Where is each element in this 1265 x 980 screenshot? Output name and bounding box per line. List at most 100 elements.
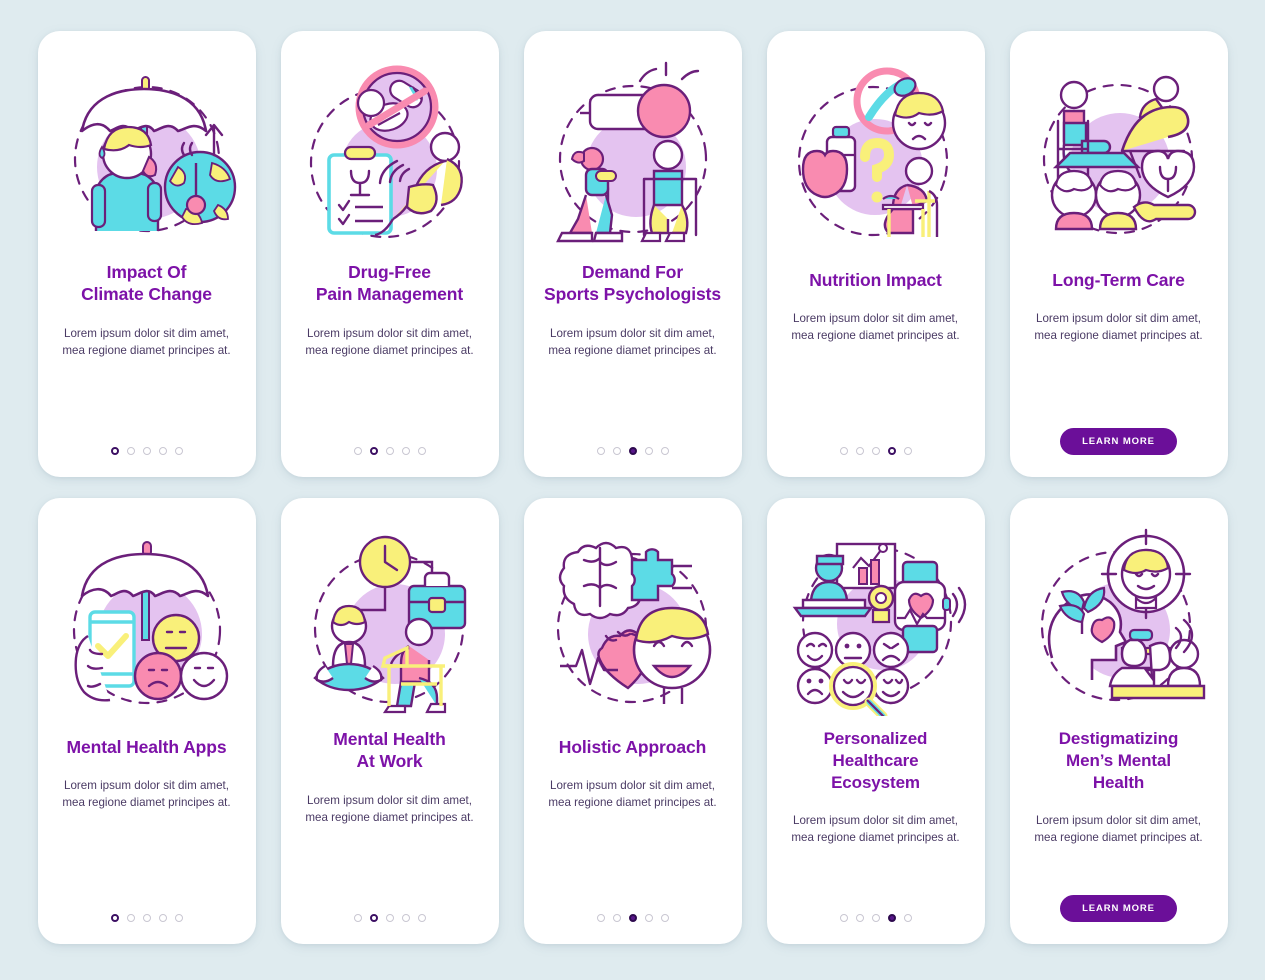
pagination-dots[interactable] <box>839 914 912 922</box>
pagination-dot[interactable] <box>644 447 653 455</box>
umbrella-phone-emoji-icon <box>54 526 240 716</box>
card-description: Lorem ipsum dolor sit dim amet, mea regi… <box>62 779 231 810</box>
pagination-dot-active[interactable] <box>628 447 637 455</box>
card-description: Lorem ipsum dolor sit dim amet, mea regi… <box>305 326 474 357</box>
pagination-dot[interactable] <box>839 914 848 922</box>
pagination-dot[interactable] <box>417 447 426 455</box>
onboarding-card[interactable]: Impact Of Climate Change Lorem ipsum dolor… <box>37 31 256 477</box>
pagination-dot[interactable] <box>142 914 151 922</box>
onboarding-card[interactable]: Demand For Sports Psychologists Lorem ipsu… <box>523 31 742 477</box>
card-title-line: At Work <box>356 751 423 772</box>
pagination-dot-active[interactable] <box>369 914 378 922</box>
pagination-dot[interactable] <box>596 447 605 455</box>
pagination-dot-active[interactable] <box>110 447 119 455</box>
pagination-dot[interactable] <box>174 914 183 922</box>
learn-more-button[interactable]: LEARN MORE <box>1060 895 1177 922</box>
card-footer <box>281 447 499 455</box>
card-title-line: Destigmatizing <box>1058 729 1179 748</box>
pagination-dot[interactable] <box>660 914 669 922</box>
umbrella-woman-globe-thermometer-icon <box>54 59 240 249</box>
card-footer <box>281 914 499 922</box>
pagination-dot[interactable] <box>644 914 653 922</box>
card-title-line: Drug-Free <box>348 262 431 282</box>
pagination-dots[interactable] <box>596 447 669 455</box>
onboarding-card[interactable]: Nutrition Impact Lorem ipsum dolor sit di… <box>766 31 985 477</box>
pagination-dot[interactable] <box>855 447 864 455</box>
pagination-dot-active[interactable] <box>887 447 896 455</box>
pagination-dot[interactable] <box>903 447 912 455</box>
card-description: Lorem ipsum dolor sit dim amet, mea regi… <box>1034 814 1203 845</box>
pagination-dot-active[interactable] <box>369 447 378 455</box>
card-footer <box>524 914 742 922</box>
card-footer <box>767 447 985 455</box>
onboarding-card[interactable]: Long-Term Care Lorem ipsum dolor sit dim … <box>1009 31 1228 477</box>
pagination-dot[interactable] <box>126 447 135 455</box>
pagination-dot[interactable] <box>353 914 362 922</box>
onboarding-card[interactable]: Personalized Healthcare Ecosystem Lorem ips… <box>766 498 985 944</box>
pagination-dot[interactable] <box>871 914 880 922</box>
card-title: Personalized Healthcare Ecosystem <box>822 728 930 793</box>
elderly-care-heart-hand-icon <box>1026 59 1212 249</box>
onboarding-card[interactable]: Destigmatizing Men’s Mental Health Lorem ip… <box>1009 498 1228 944</box>
card-description: Lorem ipsum dolor sit dim amet, mea regi… <box>1034 312 1203 343</box>
card-description: Lorem ipsum dolor sit dim amet, mea regi… <box>62 326 231 357</box>
card-title-line: Climate Change <box>81 284 212 305</box>
card-title: Demand For Sports Psychologists <box>542 261 723 306</box>
onboarding-card[interactable]: Holistic Approach Lorem ipsum dolor sit d… <box>523 498 742 944</box>
pagination-dot[interactable] <box>401 447 410 455</box>
card-footer <box>524 447 742 455</box>
pagination-dot[interactable] <box>126 914 135 922</box>
card-title-line: Men’s Mental <box>1066 750 1171 770</box>
card-title-line: Demand For <box>581 262 684 282</box>
pagination-dot-active[interactable] <box>628 914 637 922</box>
pagination-dot[interactable] <box>855 914 864 922</box>
card-title: Holistic Approach <box>557 736 708 758</box>
pagination-dot[interactable] <box>142 447 151 455</box>
card-title: Impact Of Climate Change <box>79 261 214 306</box>
pagination-dots[interactable] <box>596 914 669 922</box>
pagination-dots[interactable] <box>839 447 912 455</box>
card-description: Lorem ipsum dolor sit dim amet, mea regi… <box>548 326 717 357</box>
onboarding-card[interactable]: Drug-Free Pain Management Lorem ipsum dolo… <box>280 31 499 477</box>
brain-puzzle-heart-face-icon <box>540 526 726 716</box>
card-title-line: Sports Psychologists <box>544 284 721 305</box>
card-title-line: Impact Of <box>106 262 187 282</box>
pagination-dots[interactable] <box>110 447 183 455</box>
no-pills-clipboard-back-pain-icon <box>297 59 483 249</box>
pagination-dot[interactable] <box>158 447 167 455</box>
card-description: Lorem ipsum dolor sit dim amet, mea regi… <box>548 779 717 810</box>
pagination-dot[interactable] <box>596 914 605 922</box>
card-title-line: Personalized <box>823 729 928 748</box>
learn-more-button[interactable]: LEARN MORE <box>1060 428 1177 455</box>
pagination-dot[interactable] <box>871 447 880 455</box>
card-title: Nutrition Impact <box>807 269 944 291</box>
pagination-dots[interactable] <box>353 914 426 922</box>
pagination-dot[interactable] <box>612 914 621 922</box>
card-title-line: Nutrition Impact <box>809 270 942 290</box>
pagination-dots[interactable] <box>353 447 426 455</box>
card-footer <box>38 447 256 455</box>
onboarding-card[interactable]: Mental Health At Work Lorem ipsum dolor si… <box>280 498 499 944</box>
pagination-dot[interactable] <box>660 447 669 455</box>
pagination-dot[interactable] <box>385 447 394 455</box>
card-title-line: Health <box>1092 772 1145 792</box>
pagination-dot[interactable] <box>903 914 912 922</box>
card-title-line: Mental Health Apps <box>66 737 227 757</box>
pagination-dot[interactable] <box>839 447 848 455</box>
pagination-dot-active[interactable] <box>887 914 896 922</box>
pagination-dot[interactable] <box>353 447 362 455</box>
onboarding-card[interactable]: Mental Health Apps Lorem ipsum dolor sit … <box>37 498 256 944</box>
pagination-dot[interactable] <box>174 447 183 455</box>
card-title-line: Holistic Approach <box>558 737 707 757</box>
pagination-dots[interactable] <box>110 914 183 922</box>
pagination-dot[interactable] <box>158 914 167 922</box>
pagination-dot[interactable] <box>417 914 426 922</box>
card-footer <box>767 914 985 922</box>
card-title: Drug-Free Pain Management <box>314 261 465 306</box>
pagination-dot[interactable] <box>612 447 621 455</box>
card-description: Lorem ipsum dolor sit dim amet, mea regi… <box>791 312 960 343</box>
pagination-dot[interactable] <box>385 914 394 922</box>
card-description: Lorem ipsum dolor sit dim amet, mea regi… <box>305 793 474 824</box>
pagination-dot[interactable] <box>401 914 410 922</box>
pagination-dot-active[interactable] <box>110 914 119 922</box>
